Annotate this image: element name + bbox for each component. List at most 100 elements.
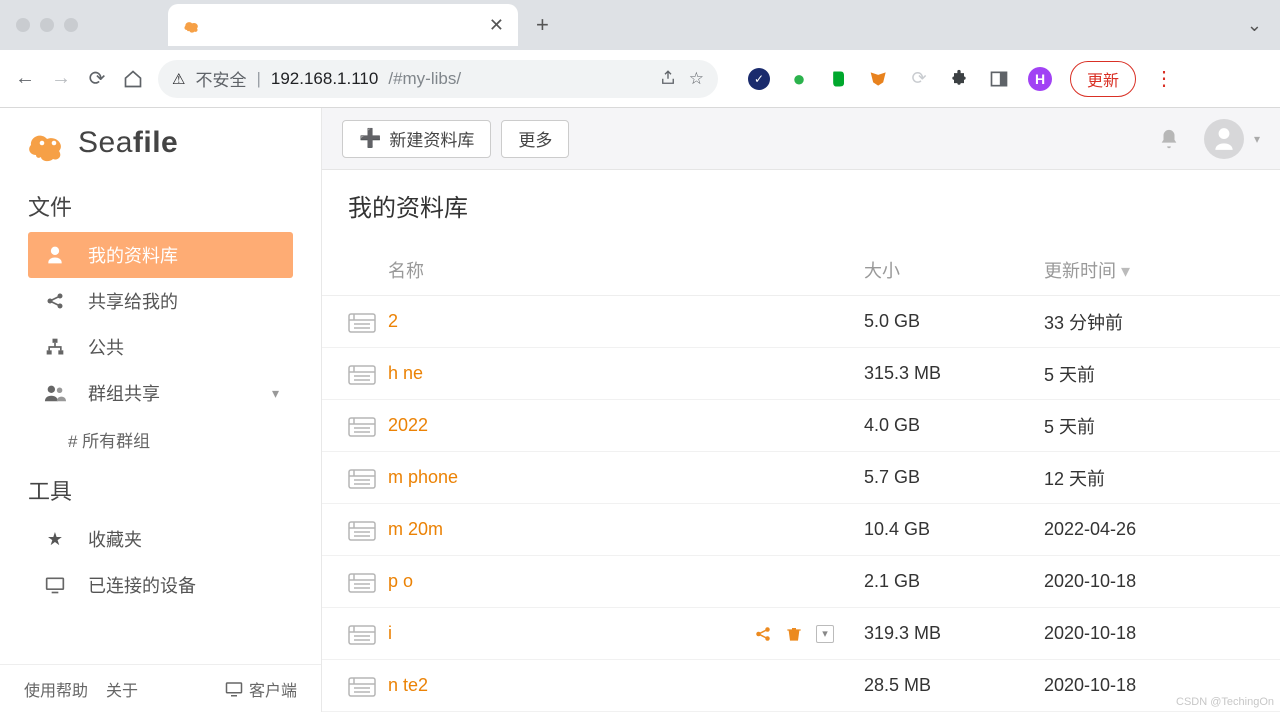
profile-avatar-icon[interactable]: H <box>1028 67 1052 91</box>
library-size: 5.0 GB <box>864 311 1044 332</box>
new-tab-button[interactable]: + <box>536 12 549 38</box>
extension-green-dot-icon[interactable]: ● <box>788 68 810 90</box>
sidebar-item-my-libraries[interactable]: 我的资料库 <box>28 232 293 278</box>
library-updated: 2020-10-18 <box>1044 623 1254 644</box>
library-updated: 5 天前 <box>1044 413 1254 439</box>
sidebar-footer: 使用帮助 关于 客户端 <box>0 664 321 712</box>
reload-button[interactable]: ⟳ <box>86 68 108 90</box>
forward-button[interactable]: → <box>50 68 72 90</box>
library-name[interactable]: 2 <box>388 311 864 332</box>
sidebar-item-all-groups[interactable]: # 所有群组 <box>28 416 293 462</box>
footer-about-link[interactable]: 关于 <box>106 677 138 701</box>
browser-tab[interactable]: ✕ <box>168 4 518 46</box>
plus-icon: ➕ <box>359 128 381 149</box>
table-row[interactable]: 25.0 GB33 分钟前 <box>322 296 1280 348</box>
seafile-favicon-icon <box>182 15 202 35</box>
table-header: 名称 大小 更新时间 ▾ <box>322 243 1280 296</box>
chevron-down-icon[interactable]: ▾ <box>1254 132 1260 146</box>
sidebar-item-shared-with-me[interactable]: 共享给我的 <box>28 278 293 324</box>
window-controls <box>16 18 78 32</box>
extensions-row: ✓ ● ⟳ H 更新 ⋮ <box>748 61 1174 97</box>
main-panel: ➕ 新建资料库 更多 ▾ 我的资料库 名称 大小 更新时间 ▾ <box>322 108 1280 712</box>
library-name[interactable]: m phone <box>388 467 864 488</box>
button-label: 新建资料库 <box>389 126 474 151</box>
library-name[interactable]: p o <box>388 571 864 592</box>
table-row[interactable]: m 20m10.4 GB2022-04-26 <box>322 504 1280 556</box>
library-size: 28.5 MB <box>864 675 1044 696</box>
footer-help-link[interactable]: 使用帮助 <box>24 677 88 701</box>
notifications-icon[interactable] <box>1158 127 1180 151</box>
minimize-window-dot[interactable] <box>40 18 54 32</box>
library-size: 5.7 GB <box>864 467 1044 488</box>
seafile-logo-icon <box>24 123 76 163</box>
back-button[interactable]: ← <box>14 68 36 90</box>
column-header-name[interactable]: 名称 <box>348 257 864 283</box>
extension-evernote-icon[interactable] <box>828 68 850 90</box>
address-bar[interactable]: ⚠ 不安全 | 192.168.1.110/#my-libs/ ☆ <box>158 60 718 98</box>
zoom-window-dot[interactable] <box>64 18 78 32</box>
library-updated: 2022-04-26 <box>1044 519 1254 540</box>
trash-icon[interactable] <box>786 625 802 643</box>
chevron-down-icon: ▾ <box>272 385 279 402</box>
library-name[interactable]: i <box>388 623 754 644</box>
sidebar-item-favorites[interactable]: ★ 收藏夹 <box>28 516 293 562</box>
star-icon: ★ <box>42 529 68 550</box>
library-updated: 2020-10-18 <box>1044 675 1254 696</box>
sidebar-section-files: 文件 <box>0 184 321 224</box>
libraries-table: 名称 大小 更新时间 ▾ 25.0 GB33 分钟前h ne315.3 MB5 … <box>322 243 1280 712</box>
close-window-dot[interactable] <box>16 18 30 32</box>
library-icon <box>348 467 376 489</box>
browser-menu-icon[interactable]: ⋮ <box>1154 66 1174 91</box>
sidebar-item-label: 公共 <box>88 334 124 360</box>
bookmark-star-icon[interactable]: ☆ <box>689 69 704 89</box>
share-icon[interactable] <box>754 625 772 643</box>
new-library-button[interactable]: ➕ 新建资料库 <box>342 120 491 158</box>
library-icon <box>348 311 376 333</box>
sidebar-item-devices[interactable]: 已连接的设备 <box>28 562 293 608</box>
library-name[interactable]: n te2 <box>388 675 864 696</box>
table-row[interactable]: m phone5.7 GB12 天前 <box>322 452 1280 504</box>
dropdown-icon[interactable]: ▾ <box>816 625 834 643</box>
sidebar-item-label: 我的资料库 <box>88 242 178 268</box>
update-browser-button[interactable]: 更新 <box>1070 61 1136 97</box>
sidebar-item-group-shares[interactable]: 群组共享 ▾ <box>28 370 293 416</box>
home-button[interactable] <box>122 68 144 90</box>
logo[interactable]: Seafile <box>0 108 321 178</box>
share-page-icon[interactable] <box>659 69 677 89</box>
sidebar-item-public[interactable]: 公共 <box>28 324 293 370</box>
library-name[interactable]: 2022 <box>388 415 864 436</box>
extension-shield-icon[interactable]: ✓ <box>748 68 770 90</box>
close-tab-icon[interactable]: ✕ <box>489 15 504 36</box>
table-row[interactable]: p o2.1 GB2020-10-18 <box>322 556 1280 608</box>
library-icon <box>348 415 376 437</box>
page-title: 我的资料库 <box>322 170 1280 243</box>
user-avatar[interactable] <box>1204 119 1244 159</box>
insecure-icon: ⚠ <box>172 70 185 88</box>
more-button[interactable]: 更多 <box>501 120 569 158</box>
tabs-overflow-icon[interactable]: ⌄ <box>1247 15 1262 36</box>
table-row[interactable]: 20224.0 GB5 天前 <box>322 400 1280 452</box>
table-row[interactable]: n te228.5 MB2020-10-18 <box>322 660 1280 712</box>
footer-client-link[interactable]: 客户端 <box>225 677 297 701</box>
library-icon <box>348 571 376 593</box>
library-updated: 5 天前 <box>1044 361 1254 387</box>
extension-sync-icon[interactable]: ⟳ <box>908 68 930 90</box>
extensions-menu-icon[interactable] <box>948 68 970 90</box>
column-header-size[interactable]: 大小 <box>864 257 1044 283</box>
library-icon <box>348 675 376 697</box>
library-name[interactable]: h ne <box>388 363 864 384</box>
person-icon <box>42 245 68 265</box>
column-header-time[interactable]: 更新时间 ▾ <box>1044 257 1254 283</box>
extension-panel-icon[interactable] <box>988 68 1010 90</box>
extension-metamask-icon[interactable] <box>868 68 890 90</box>
row-actions: ▾ <box>754 625 834 643</box>
table-row[interactable]: i▾319.3 MB2020-10-18 <box>322 608 1280 660</box>
library-icon <box>348 623 376 645</box>
sidebar-section-tools: 工具 <box>0 468 321 508</box>
table-row[interactable]: h ne315.3 MB5 天前 <box>322 348 1280 400</box>
table-body: 25.0 GB33 分钟前h ne315.3 MB5 天前 20224.0 GB… <box>322 296 1280 712</box>
library-name[interactable]: m 20m <box>388 519 864 540</box>
library-updated: 2020-10-18 <box>1044 571 1254 592</box>
browser-chrome: ✕ + ⌄ ← → ⟳ ⚠ 不安全 | 192.168.1.110/#my-li… <box>0 0 1280 108</box>
sitemap-icon <box>42 337 68 357</box>
